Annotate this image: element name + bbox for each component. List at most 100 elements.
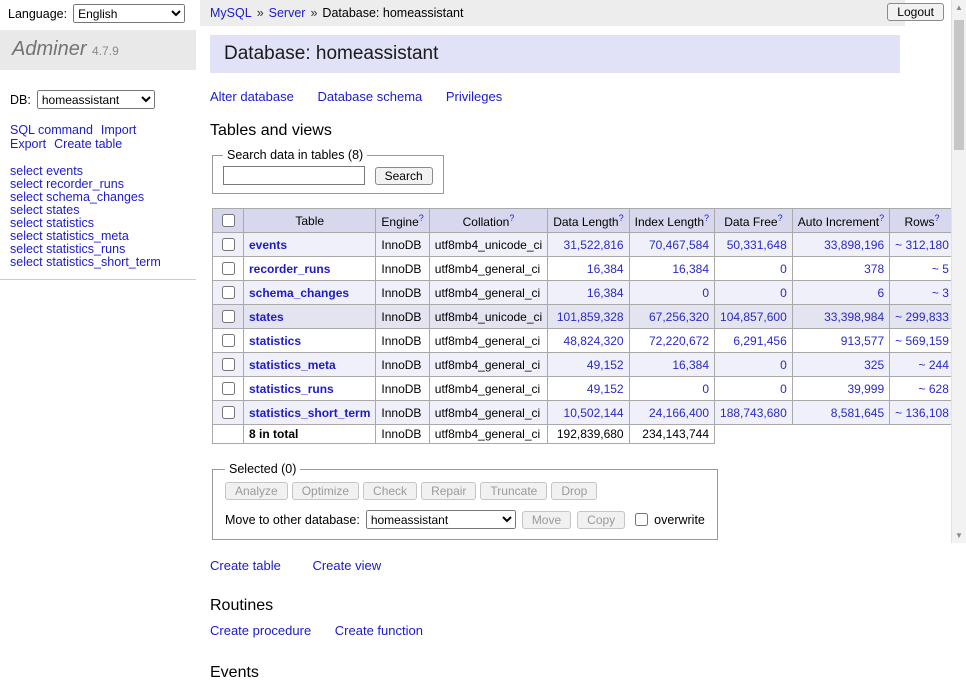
copy-button[interactable]: Copy <box>577 511 625 529</box>
database-nav-links: Alter database Database schema Privilege… <box>210 89 906 104</box>
row-checkbox[interactable] <box>222 334 235 347</box>
language-select[interactable]: English <box>73 4 185 23</box>
move-controls: Move to other database: homeassistant Mo… <box>225 510 705 529</box>
row-checkbox[interactable] <box>222 358 235 371</box>
search-button[interactable]: Search <box>375 167 433 185</box>
breadcrumb-separator: » <box>310 6 317 20</box>
sidebar-divider <box>0 279 196 280</box>
main-content: Database: homeassistant Alter database D… <box>210 35 906 682</box>
breadcrumb-link-server[interactable]: Server <box>269 6 306 20</box>
sidebar-select-recorder-runs[interactable]: select recorder_runs <box>10 177 124 191</box>
alter-database-link[interactable]: Alter database <box>210 89 294 104</box>
breadcrumb-current: Database: homeassistant <box>322 6 463 20</box>
sidebar-select-states[interactable]: select states <box>10 203 79 217</box>
help-icon[interactable]: ? <box>704 213 709 223</box>
table-row: recorder_runs InnoDB utf8mb4_general_ci … <box>213 257 966 281</box>
language-control: Language: English <box>8 4 185 23</box>
sidebar-select-statistics-runs[interactable]: select statistics_runs <box>10 242 125 256</box>
sidebar-select-statistics-meta[interactable]: select statistics_meta <box>10 229 129 243</box>
overwrite-control: overwrite <box>631 510 705 529</box>
search-input[interactable] <box>223 166 365 185</box>
table-row: events InnoDB utf8mb4_unicode_ci 31,522,… <box>213 233 966 257</box>
table-link[interactable]: statistics_meta <box>249 358 336 372</box>
check-button[interactable]: Check <box>363 482 417 500</box>
breadcrumb: MySQL » Server » Database: homeassistant <box>200 0 905 26</box>
list-item: select statistics_short_term <box>10 256 196 269</box>
create-procedure-link[interactable]: Create procedure <box>210 623 311 638</box>
breadcrumb-link-mysql[interactable]: MySQL <box>210 6 252 20</box>
drop-button[interactable]: Drop <box>551 482 597 500</box>
column-header-table: Table <box>244 209 376 233</box>
language-label: Language: <box>8 7 67 21</box>
analyze-button[interactable]: Analyze <box>225 482 288 500</box>
table-row: statistics InnoDB utf8mb4_general_ci 48,… <box>213 329 966 353</box>
create-table-link[interactable]: Create table <box>210 558 281 573</box>
scroll-down-icon[interactable]: ▼ <box>952 528 966 543</box>
overwrite-checkbox[interactable] <box>635 513 648 526</box>
help-icon[interactable]: ? <box>778 213 783 223</box>
sidebar-link-sql-command[interactable]: SQL command <box>10 123 93 137</box>
sidebar-link-export[interactable]: Export <box>10 137 46 151</box>
table-link[interactable]: states <box>249 310 284 324</box>
table-link[interactable]: statistics_runs <box>249 382 334 396</box>
help-icon[interactable]: ? <box>935 213 940 223</box>
column-header-data-free: Data Free? <box>715 209 793 233</box>
move-database-select[interactable]: homeassistant <box>366 510 516 529</box>
row-checkbox[interactable] <box>222 286 235 299</box>
sidebar-link-create-table[interactable]: Create table <box>54 137 122 151</box>
column-header-collation: Collation? <box>429 209 547 233</box>
sidebar-table-list: select events select recorder_runs selec… <box>10 165 196 279</box>
privileges-link[interactable]: Privileges <box>446 89 502 104</box>
app-name: Adminer <box>12 38 86 60</box>
column-header-auto-increment: Auto Increment? <box>792 209 889 233</box>
create-function-link[interactable]: Create function <box>335 623 423 638</box>
sidebar-link-import[interactable]: Import <box>101 123 136 137</box>
sidebar-select-schema-changes[interactable]: select schema_changes <box>10 190 144 204</box>
sidebar-select-statistics[interactable]: select statistics <box>10 216 94 230</box>
selected-legend: Selected (0) <box>225 462 300 476</box>
optimize-button[interactable]: Optimize <box>292 482 359 500</box>
table-link[interactable]: statistics_short_term <box>249 406 370 420</box>
repair-button[interactable]: Repair <box>421 482 476 500</box>
help-icon[interactable]: ? <box>419 213 424 223</box>
database-schema-link[interactable]: Database schema <box>317 89 422 104</box>
sidebar-select-statistics-short-term[interactable]: select statistics_short_term <box>10 255 161 269</box>
table-row: statistics_short_term InnoDB utf8mb4_gen… <box>213 401 966 425</box>
scroll-up-icon[interactable]: ▲ <box>952 0 966 15</box>
row-checkbox[interactable] <box>222 310 235 323</box>
table-link[interactable]: events <box>249 238 287 252</box>
db-selector: DB: homeassistant <box>10 90 196 109</box>
table-link[interactable]: recorder_runs <box>249 262 330 276</box>
table-total-row: 8 in total InnoDB utf8mb4_general_ci 192… <box>213 425 966 444</box>
db-select[interactable]: homeassistant <box>37 90 155 109</box>
truncate-button[interactable]: Truncate <box>480 482 547 500</box>
app-version: 4.7.9 <box>92 44 119 58</box>
routine-links: Create procedure Create function <box>210 623 906 638</box>
tables-overview-table: Table Engine? Collation? Data Length? In… <box>212 208 966 444</box>
help-icon[interactable]: ? <box>619 213 624 223</box>
topbar: Language: English MySQL » Server » Datab… <box>0 0 966 26</box>
row-checkbox[interactable] <box>222 262 235 275</box>
table-link[interactable]: statistics <box>249 334 301 348</box>
move-button[interactable]: Move <box>522 511 571 529</box>
help-icon[interactable]: ? <box>879 213 884 223</box>
select-all-checkbox[interactable] <box>222 214 235 227</box>
page-title: Database: homeassistant <box>210 35 900 73</box>
sidebar-actions: SQL command Import Export Create table <box>10 123 196 151</box>
help-icon[interactable]: ? <box>509 213 514 223</box>
vertical-scrollbar[interactable]: ▲ ▼ <box>951 0 966 543</box>
tables-section-title: Tables and views <box>210 122 906 140</box>
logout-button[interactable]: Logout <box>887 3 944 21</box>
table-link[interactable]: schema_changes <box>249 286 349 300</box>
sidebar: Adminer 4.7.9 DB: homeassistant SQL comm… <box>0 26 196 543</box>
sidebar-select-events[interactable]: select events <box>10 164 83 178</box>
scrollbar-thumb[interactable] <box>954 20 964 150</box>
search-legend: Search data in tables (8) <box>223 148 367 162</box>
row-checkbox[interactable] <box>222 406 235 419</box>
column-header-index-length: Index Length? <box>629 209 714 233</box>
table-row: statistics_meta InnoDB utf8mb4_general_c… <box>213 353 966 377</box>
row-checkbox[interactable] <box>222 382 235 395</box>
create-view-link[interactable]: Create view <box>312 558 381 573</box>
row-checkbox[interactable] <box>222 238 235 251</box>
search-fieldset: Search data in tables (8) Search <box>212 148 444 194</box>
